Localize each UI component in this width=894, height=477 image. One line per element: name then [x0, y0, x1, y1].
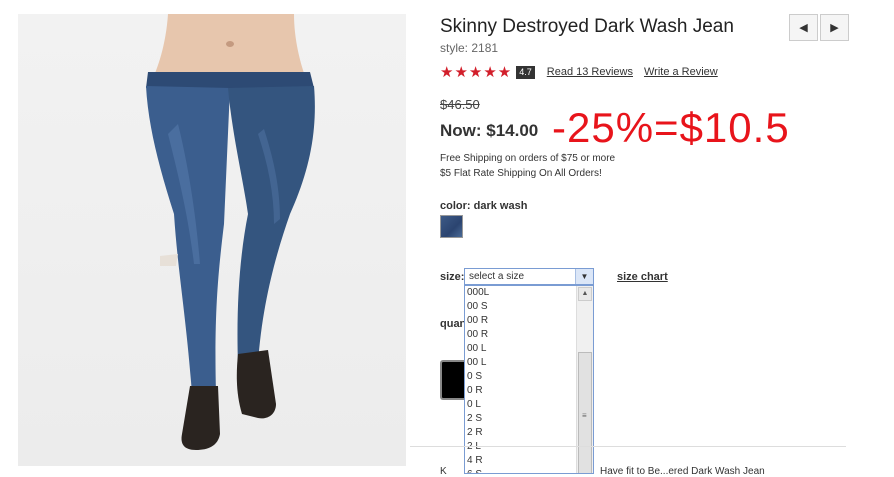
size-option[interactable]: 00 L: [465, 342, 593, 356]
left-arrow-icon: ◀: [799, 22, 808, 34]
size-option[interactable]: 00 L: [465, 356, 593, 370]
size-option[interactable]: 6 S: [465, 468, 593, 473]
next-product-button[interactable]: ▶: [820, 14, 849, 41]
chevron-down-icon[interactable]: ▼: [575, 269, 593, 284]
size-option[interactable]: 0 R: [465, 384, 593, 398]
size-option[interactable]: 2 R: [465, 426, 593, 440]
color-label: color: dark wash: [440, 200, 528, 212]
product-image: [18, 14, 406, 466]
color-swatch-dark-wash[interactable]: [440, 215, 463, 238]
rating-badge: 4.7: [516, 65, 535, 79]
original-price: $46.50: [440, 97, 480, 112]
section-divider: [410, 446, 846, 447]
size-select-value: select a size: [469, 271, 525, 282]
quantity-label: quan: [440, 318, 464, 330]
size-select[interactable]: select a size ▼: [464, 268, 594, 285]
size-option[interactable]: 4 R: [465, 454, 593, 468]
scroll-up-icon[interactable]: ▲: [578, 287, 592, 301]
discount-annotation: -25%=$10.5: [552, 104, 790, 151]
product-style: style: 2181: [440, 41, 499, 55]
add-to-bag-button[interactable]: [440, 360, 464, 400]
read-reviews-link[interactable]: Read 13 Reviews: [547, 66, 633, 78]
shipping-note-2: $5 Flat Rate Shipping On All Orders!: [440, 168, 602, 179]
size-option[interactable]: 00 S: [465, 300, 593, 314]
dropdown-scrollbar[interactable]: ▲ ≡: [576, 286, 593, 473]
size-option[interactable]: 2 L: [465, 440, 593, 454]
bottom-text: Have fit to Be...ered Dark Wash Jean: [600, 466, 765, 477]
prev-product-button[interactable]: ◀: [789, 14, 818, 41]
size-option[interactable]: 00 R: [465, 328, 593, 342]
size-option[interactable]: 0 S: [465, 370, 593, 384]
jeans-model-image: [146, 14, 315, 450]
write-review-link[interactable]: Write a Review: [644, 66, 718, 78]
shipping-note-1: Free Shipping on orders of $75 or more: [440, 153, 616, 164]
rating-row: ★★★★★ 4.7 Read 13 Reviews Write a Review: [440, 63, 718, 81]
sale-price: Now: $14.00: [440, 121, 539, 140]
size-option[interactable]: 000L: [465, 286, 593, 300]
product-nav: ◀ ▶: [789, 14, 849, 41]
size-option[interactable]: 00 R: [465, 314, 593, 328]
scrollbar-thumb[interactable]: ≡: [578, 352, 592, 473]
size-option[interactable]: 2 S: [465, 412, 593, 426]
right-arrow-icon: ▶: [830, 22, 839, 34]
size-label: size:: [440, 271, 465, 283]
size-option[interactable]: 0 L: [465, 398, 593, 412]
star-rating-icon: ★★★★★: [440, 64, 513, 81]
size-chart-link[interactable]: size chart: [617, 271, 668, 283]
grip-icon: ≡: [582, 411, 587, 420]
bottom-left-text: K: [440, 466, 447, 477]
product-title: Skinny Destroyed Dark Wash Jean: [440, 16, 734, 37]
